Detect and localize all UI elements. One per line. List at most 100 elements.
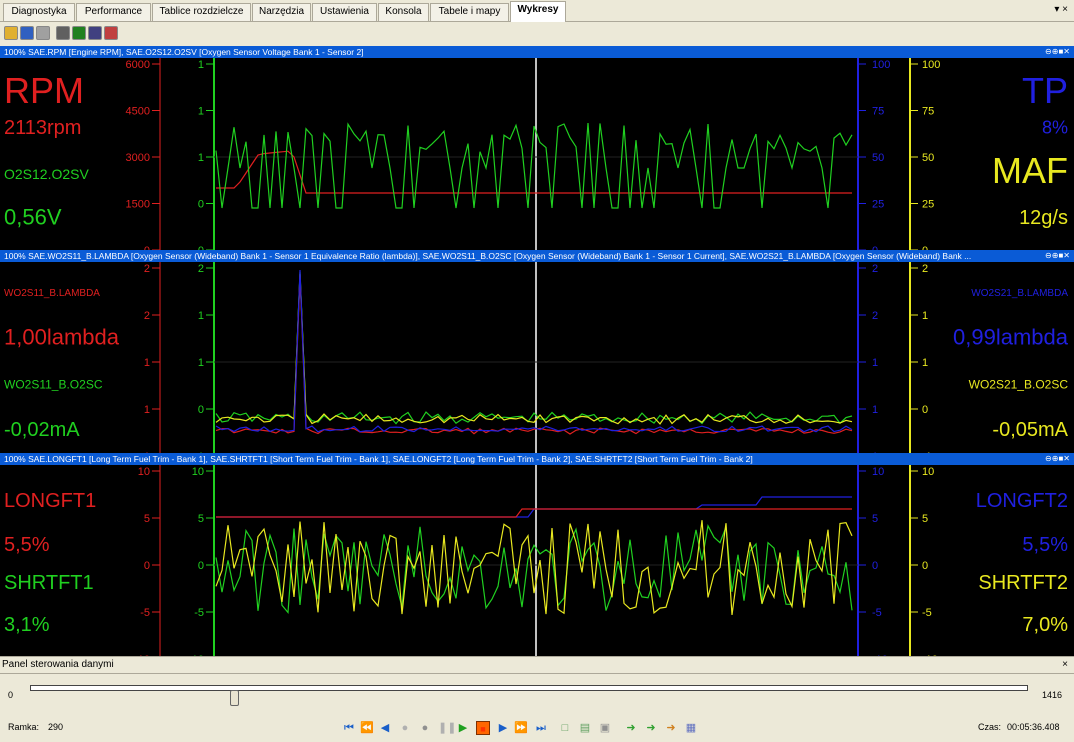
control-panel-header: Panel sterowania danymi × [0,656,1074,674]
right-axis-1-tick: -5 [872,607,882,619]
gauge-icon[interactable] [56,26,70,40]
channel-label-left: 2113rpm [4,117,81,139]
channel-label-right: -0,05mA [992,419,1068,441]
right-axis-2-tick: 50 [922,152,934,164]
play-button[interactable]: ▶ [456,721,470,735]
tab-narzędzia[interactable]: Narzędzia [252,3,311,21]
close-icon[interactable]: × [1062,657,1068,673]
channel-label-right: 12g/s [1019,207,1068,229]
range-min: 0 [8,690,14,700]
record-small-button[interactable]: ● [398,721,412,735]
tab-menu-icon[interactable]: ▾ × [1054,4,1068,15]
left-axis-1-tick: 2 [144,310,150,322]
o2sc-bank2-trace [215,273,853,425]
tab-ustawienia[interactable]: Ustawienia [312,3,377,21]
step-forward-button[interactable]: ▶ [496,721,510,735]
map-icon[interactable] [104,26,118,40]
record-dot-button[interactable]: ● [418,721,432,735]
longft2-trace [216,496,852,518]
new-file-button[interactable]: □ [558,721,572,735]
channel-label-right: SHRTFT2 [978,572,1068,594]
left-axis-1-tick: 3000 [126,152,150,164]
frame-label: Ramka: [8,722,40,732]
left-axis-2-tick: 5 [198,513,204,525]
grid-button[interactable]: ▦ [684,721,698,735]
left-axis-2-tick: 10 [192,466,204,478]
left-axis-1-tick: 1 [144,357,150,369]
first-frame-button[interactable]: ⏮ [342,721,356,735]
step-back-button[interactable]: ◀ [378,721,392,735]
left-axis-1-tick: 0 [144,560,150,572]
left-axis-1-tick: 4500 [126,106,150,118]
right-axis-1-tick: 75 [872,106,884,118]
lambda-bank1-trace [215,275,853,435]
channel-label-left: O2S12.O2SV [4,166,89,182]
channel-label-left: 5,5% [4,534,50,556]
left-axis-2-tick: 0 [198,404,204,416]
right-axis-2-tick: 10 [922,466,934,478]
channel-label-right: 7,0% [1022,614,1068,636]
channel-label-left: 3,1% [4,614,50,636]
right-axis-1-tick: 25 [872,199,884,211]
save-icon[interactable] [20,26,34,40]
chart-icon[interactable] [72,26,86,40]
fast-forward-button[interactable]: ⏩ [514,721,528,735]
export-2-button[interactable]: ➜ [644,721,658,735]
o2sc-bank1-trace [215,271,853,425]
panel-window-controls[interactable]: ⊖⊕■✕ [1041,250,1070,262]
channel-label-left: 1,00lambda [4,324,120,349]
channel-label-right: 0,99lambda [953,324,1069,349]
stop-button[interactable]: ■ [476,721,490,735]
open-file-button[interactable]: ▤ [578,721,592,735]
left-axis-2-tick: 1 [198,59,204,71]
toolbar [0,22,1074,44]
channel-label-right: MAF [992,150,1068,191]
pause-button[interactable]: ❚❚ [438,721,456,735]
lambda-bank2-trace [215,269,853,433]
left-axis-1-tick: 2 [144,263,150,275]
chart-panel-body: 6000110010045001757530001505015000252500… [0,58,1074,256]
right-axis-2-tick: 5 [922,513,928,525]
export-3-button[interactable]: ➜ [664,721,678,735]
channel-label-right: 5,5% [1022,534,1068,556]
table-icon[interactable] [88,26,102,40]
right-axis-1-tick: 1 [872,404,878,416]
copy-icon[interactable] [36,26,50,40]
timeline-slider[interactable] [30,685,1028,691]
fast-rewind-button[interactable]: ⏪ [360,721,374,735]
right-axis-1-tick: 2 [872,310,878,322]
left-axis-2-tick: 1 [198,152,204,164]
tab-konsola[interactable]: Konsola [378,3,429,21]
panel-window-controls[interactable]: ⊖⊕■✕ [1041,453,1070,465]
o2sv-trace [215,122,853,209]
longft1-trace [216,508,852,518]
time-label: Czas: [978,722,1002,732]
last-frame-button[interactable]: ⏭ [534,721,548,735]
channel-label-left: LONGFT1 [4,490,96,512]
save-file-button[interactable]: ▣ [598,721,612,735]
channel-label-left: 0,56V [4,204,62,229]
tab-bar: Diagnostyka Performance Tablice rozdzielcz… [0,0,1074,22]
left-axis-2-tick: 1 [198,357,204,369]
tab-diagnostyka[interactable]: Diagnostyka [3,3,75,21]
frame-value: 290 [48,722,64,732]
left-axis-1-tick: -5 [140,607,150,619]
right-axis-2-tick: 1 [922,310,928,322]
tab-tabele-i-mapy[interactable]: Tabele i mapy [430,3,509,21]
left-axis-1-tick: 1500 [126,199,150,211]
tab-performance[interactable]: Performance [76,3,151,21]
range-max: 1416 [1042,690,1063,700]
timeline-thumb[interactable] [230,690,240,706]
channel-label-right: 8% [1042,118,1068,138]
right-axis-1-tick: 100 [872,59,890,71]
open-icon[interactable] [4,26,18,40]
tab-tablice-rozdzielcze[interactable]: Tablice rozdzielcze [152,3,251,21]
right-axis-1-tick: 1 [872,357,878,369]
channel-label-right: LONGFT2 [976,490,1068,512]
panel-window-controls[interactable]: ⊖⊕■✕ [1041,46,1070,58]
control-panel-title: Panel sterowania danymi [2,659,114,670]
chart-panel: 100% SAE.LONGFT1 [Long Term Fuel Trim - … [0,453,1074,665]
tab-wykresy[interactable]: Wykresy [510,1,566,22]
right-axis-2-tick: 75 [922,106,934,118]
export-1-button[interactable]: ➜ [624,721,638,735]
